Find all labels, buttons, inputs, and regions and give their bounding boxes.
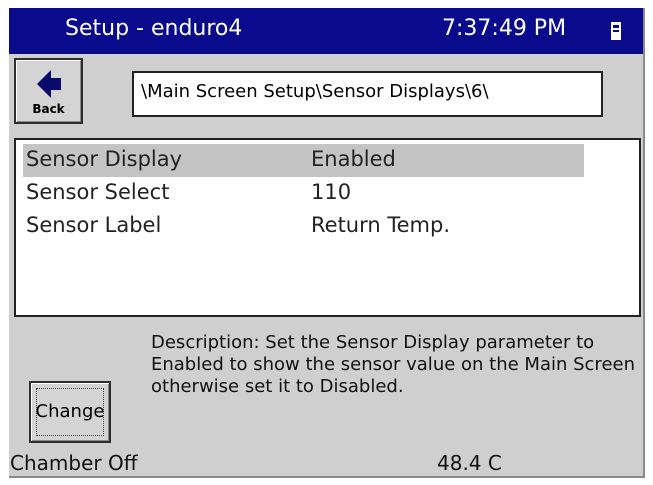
window-title: Setup - enduro4 <box>65 16 243 41</box>
parameter-list[interactable]: Sensor Display Enabled Sensor Select 110… <box>14 138 641 317</box>
title-bar: Setup - enduro4 7:37:49 PM <box>9 8 643 54</box>
left-arrow-icon <box>37 70 61 98</box>
back-label: Back <box>32 102 65 116</box>
signal-indicator-icon <box>611 22 621 40</box>
screen: Setup - enduro4 7:37:49 PM Back \Main Sc… <box>0 0 653 485</box>
parameter-value: Enabled <box>311 147 396 171</box>
chamber-status: Chamber Off <box>10 451 138 475</box>
path-field[interactable]: \Main Screen Setup\Sensor Displays\6\ <box>132 71 603 117</box>
description-text: Description: Set the Sensor Display para… <box>151 332 635 397</box>
parameter-name: Sensor Label <box>26 213 162 237</box>
back-button[interactable]: Back <box>14 58 83 124</box>
parameter-value: 110 <box>311 180 352 204</box>
temperature-readout: 48.4 C <box>437 451 502 475</box>
list-item-sensor-select[interactable]: Sensor Select 110 <box>23 177 584 210</box>
list-item-sensor-label[interactable]: Sensor Label Return Temp. <box>23 210 584 243</box>
parameter-value: Return Temp. <box>311 213 451 237</box>
change-label: Change <box>35 401 105 422</box>
parameter-name: Sensor Select <box>26 180 170 204</box>
parameter-name: Sensor Display <box>26 147 183 171</box>
change-button[interactable]: Change <box>29 381 111 443</box>
clock: 7:37:49 PM <box>442 16 567 41</box>
list-item-sensor-display[interactable]: Sensor Display Enabled <box>23 144 584 177</box>
setup-window: Setup - enduro4 7:37:49 PM Back \Main Sc… <box>9 8 645 478</box>
